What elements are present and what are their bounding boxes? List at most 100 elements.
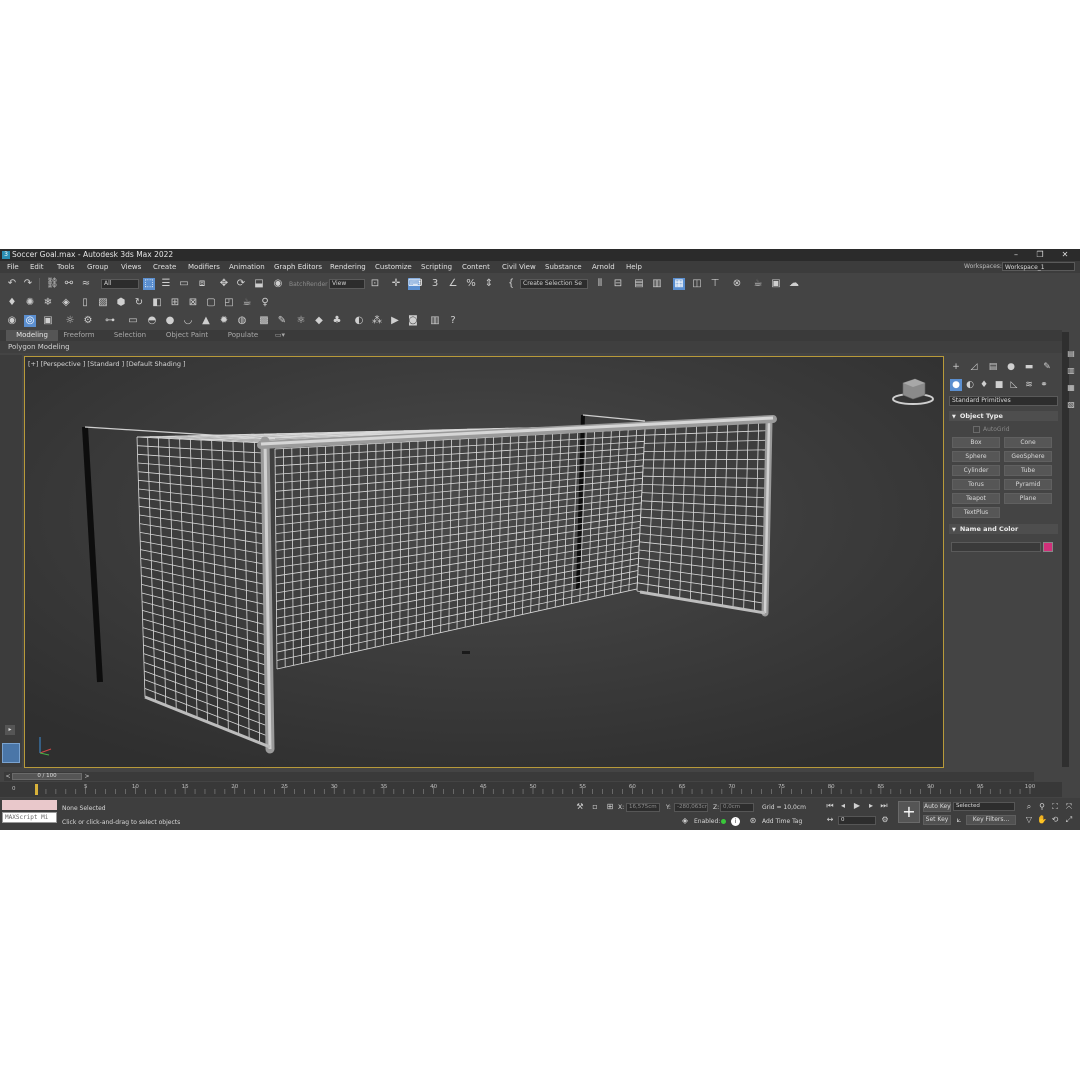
- maximize-button[interactable]: ❐: [1034, 250, 1046, 260]
- object-type-rollout[interactable]: ▼ Object Type: [949, 411, 1058, 421]
- toggle-scene-explorer-icon[interactable]: ▤: [633, 278, 645, 290]
- systems-icon[interactable]: ⚭: [1038, 379, 1050, 391]
- camera-view-icon[interactable]: ◎: [24, 315, 36, 327]
- window-crossing-icon[interactable]: ⧈: [196, 278, 208, 290]
- cone-button[interactable]: Cone: [1004, 437, 1052, 448]
- play-icon[interactable]: ▶: [852, 801, 862, 811]
- align-icon[interactable]: ⊟: [612, 278, 624, 290]
- time-tag-icon[interactable]: ⊛: [748, 816, 758, 826]
- object-color-swatch[interactable]: [1043, 542, 1053, 552]
- current-frame-field[interactable]: 0: [838, 816, 876, 825]
- schematic-view-icon[interactable]: ⊤: [709, 278, 721, 290]
- isolate-selection-icon[interactable]: ⚒: [575, 802, 585, 812]
- toggle-ribbon-icon[interactable]: ▦: [673, 278, 685, 290]
- maxscript-input[interactable]: MAXScript Mi: [2, 812, 57, 823]
- lights-icon[interactable]: ♦: [978, 379, 990, 391]
- light-lister-icon[interactable]: ☼: [64, 315, 76, 327]
- object-name-field[interactable]: [951, 542, 1041, 552]
- primitives-category-dropdown[interactable]: Standard Primitives: [949, 396, 1058, 406]
- key-tangent-icon[interactable]: ⟀: [954, 815, 964, 825]
- layer-icon[interactable]: ⬢: [115, 297, 127, 309]
- scene-explorer-side-icon[interactable]: ▤: [1066, 349, 1076, 359]
- viewport-icon[interactable]: ⊠: [187, 297, 199, 309]
- info-icon[interactable]: i: [731, 817, 740, 826]
- color-dots-icon[interactable]: ⁂: [371, 315, 383, 327]
- rectangular-selection-icon[interactable]: ▭: [178, 278, 190, 290]
- menu-content[interactable]: Content: [462, 263, 490, 271]
- keyboard-shortcut-override-icon[interactable]: ⌨: [408, 278, 422, 290]
- book-icon[interactable]: ▯: [79, 297, 91, 309]
- frame-icon[interactable]: ▢: [205, 297, 217, 309]
- name-and-color-rollout[interactable]: ▼ Name and Color: [949, 524, 1058, 534]
- set-keys-button[interactable]: +: [898, 801, 920, 823]
- teapot-button[interactable]: Teapot: [952, 493, 1000, 504]
- menu-rendering[interactable]: Rendering: [330, 263, 366, 271]
- tab-modeling[interactable]: Modeling: [6, 330, 58, 341]
- autogrid-checkbox[interactable]: AutoGrid: [973, 426, 1010, 433]
- maxscript-listener-mini[interactable]: [2, 800, 57, 810]
- light-icon[interactable]: ♦: [6, 297, 18, 309]
- rendered-frame-window-icon[interactable]: ▣: [770, 278, 782, 290]
- undo-icon[interactable]: ↶: [6, 278, 18, 290]
- render-setup-icon[interactable]: ☕: [752, 278, 764, 290]
- key-filters-button[interactable]: Key Filters...: [966, 815, 1016, 825]
- modify-tab-icon[interactable]: ◿: [968, 361, 980, 373]
- toolbar-side-icon[interactable]: ▦: [1066, 383, 1076, 393]
- select-manipulate-icon[interactable]: ✛: [390, 278, 402, 290]
- menu-file[interactable]: File: [7, 263, 19, 271]
- cylinder-button[interactable]: Cylinder: [952, 465, 1000, 476]
- layer-side-icon[interactable]: ▥: [1066, 366, 1076, 376]
- menu-views[interactable]: Views: [121, 263, 141, 271]
- teapot-icon[interactable]: ☕: [241, 297, 253, 309]
- globe-icon[interactable]: ◆: [313, 315, 325, 327]
- media-icon[interactable]: ▶: [389, 315, 401, 327]
- plane-button[interactable]: Plane: [1004, 493, 1052, 504]
- toggle-layer-explorer-icon[interactable]: ▥: [651, 278, 663, 290]
- selection-lock-icon[interactable]: ▫: [590, 802, 600, 812]
- select-by-name-icon[interactable]: ☰: [160, 278, 172, 290]
- workspaces-dropdown[interactable]: Workspace_1: [1002, 262, 1075, 271]
- track-bar[interactable]: 5 10 15 20 25 30 35 40 45 50 55 60 65 70 75 80 85 90 95 100…: [0, 782, 1062, 797]
- menu-modifiers[interactable]: Modifiers: [188, 263, 220, 271]
- slider-prev-icon[interactable]: <: [4, 772, 12, 781]
- window-icon[interactable]: ◰: [223, 297, 235, 309]
- utilities-tab-icon[interactable]: ✎: [1041, 361, 1053, 373]
- geosphere-button[interactable]: GeoSphere: [1004, 451, 1052, 462]
- orbit-icon[interactable]: ⟲: [1050, 815, 1060, 825]
- panel-scrollbar[interactable]: [1062, 332, 1069, 767]
- particle-icon[interactable]: ❄: [42, 297, 54, 309]
- torus-button[interactable]: Torus: [952, 479, 1000, 490]
- space-warps-icon[interactable]: ≋: [1023, 379, 1035, 391]
- menu-animation[interactable]: Animation: [229, 263, 265, 271]
- textplus-button[interactable]: TextPlus: [952, 507, 1000, 518]
- tube-button[interactable]: Tube: [1004, 465, 1052, 476]
- menu-scripting[interactable]: Scripting: [421, 263, 452, 271]
- archive-icon[interactable]: ▥: [429, 315, 441, 327]
- tab-object-paint[interactable]: Object Paint: [160, 330, 214, 341]
- hierarchy-tab-icon[interactable]: ▤: [987, 361, 999, 373]
- curve-editor-icon[interactable]: ◫: [691, 278, 703, 290]
- tab-populate[interactable]: Populate: [222, 330, 264, 341]
- batch-render-label[interactable]: BatchRender: [289, 281, 328, 288]
- gold-sphere-icon[interactable]: ◍: [236, 315, 248, 327]
- spinner-snap-icon[interactable]: ⇕: [483, 278, 495, 290]
- display-tab-icon[interactable]: ▬: [1023, 361, 1035, 373]
- menu-group[interactable]: Group: [87, 263, 108, 271]
- set-key-button[interactable]: Set Key: [923, 815, 951, 825]
- menu-edit[interactable]: Edit: [30, 263, 44, 271]
- menu-substance[interactable]: Substance: [545, 263, 582, 271]
- percent-snap-icon[interactable]: %: [465, 278, 477, 290]
- snaps-toggle-icon[interactable]: 3: [429, 278, 441, 290]
- select-object-icon[interactable]: ⬚: [143, 278, 155, 290]
- ribbon-options-icon[interactable]: ▭▾: [270, 330, 290, 341]
- selection-filter-dropdown[interactable]: All: [101, 279, 139, 289]
- zoom-all-icon[interactable]: ⚲: [1037, 802, 1047, 812]
- edit-named-selection-icon[interactable]: {: [505, 278, 517, 290]
- viewport-layout-thumb[interactable]: [2, 743, 20, 763]
- expand-arrow-icon[interactable]: ▸: [5, 725, 15, 735]
- pyramid-button[interactable]: Pyramid: [1004, 479, 1052, 490]
- eye-icon[interactable]: ◉: [6, 315, 18, 327]
- checker-icon[interactable]: ▩: [258, 315, 270, 327]
- geometry-icon[interactable]: ●: [950, 379, 962, 391]
- zoom-icon[interactable]: ⌕: [1024, 802, 1034, 812]
